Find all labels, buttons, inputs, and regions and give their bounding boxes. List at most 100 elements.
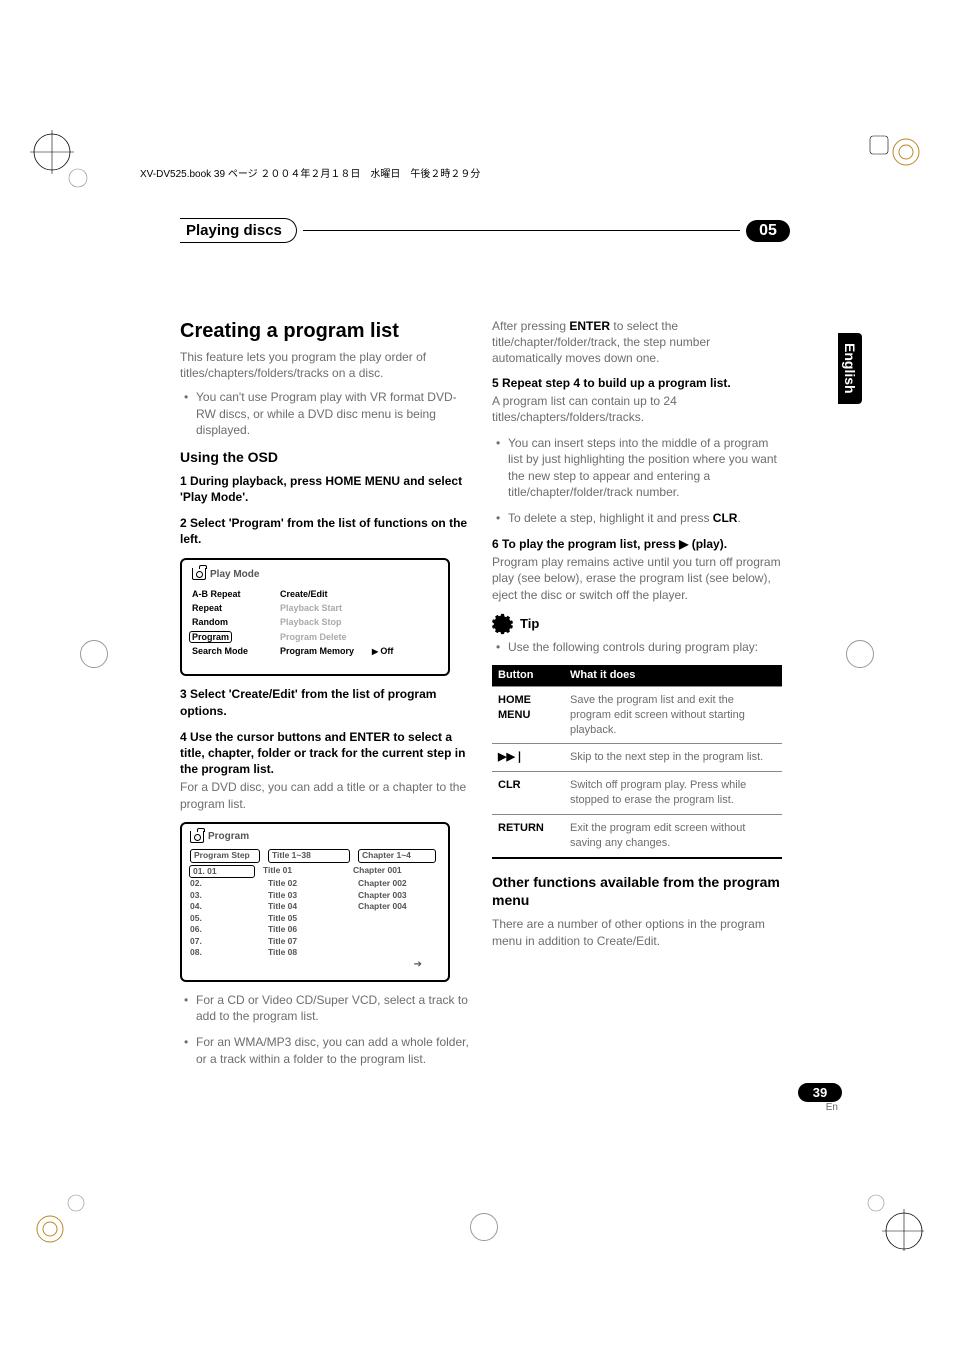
button-name: HOME MENU — [492, 686, 564, 744]
page-lang: En — [798, 1102, 842, 1113]
osd-right-label: Program Delete — [280, 631, 347, 643]
reg-corner-br — [864, 1191, 924, 1251]
step-5: 5 Repeat step 4 to build up a program li… — [492, 375, 782, 391]
osd-title: Play Mode — [192, 568, 438, 582]
prog-step: 08. — [190, 947, 260, 958]
program-title-row: Program — [190, 830, 440, 844]
osd-left-label: Program — [192, 631, 270, 643]
step-6: 6 To play the program list, press ▶ (pla… — [492, 536, 782, 552]
tip-heading: Tip — [492, 613, 782, 635]
step-2: 2 Select 'Program' from the list of func… — [180, 515, 470, 547]
osd-right-label: Program Memory — [280, 645, 354, 658]
prog-chapter: Chapter 002 — [358, 878, 436, 889]
prog-title: Title 04 — [268, 901, 350, 912]
program-row: 04.Title 04Chapter 004 — [190, 901, 440, 912]
disc-icon — [192, 568, 206, 580]
osd-subhead: Using the OSD — [180, 448, 470, 467]
reg-corner-tr — [864, 130, 924, 190]
osd-left-label: Search Mode — [192, 645, 270, 658]
osd-rows: A-B RepeatCreate/EditRepeat Playback Star… — [192, 587, 438, 658]
osd-right-label: Playback Stop — [280, 616, 342, 628]
button-desc: Exit the program edit screen without sav… — [564, 814, 782, 857]
prog-title: Title 05 — [268, 913, 350, 924]
step-4: 4 Use the cursor buttons and ENTER to se… — [180, 729, 470, 778]
osd-row: A-B RepeatCreate/Edit — [192, 587, 438, 601]
program-row: 08. Title 08 — [190, 947, 440, 958]
program-row: 05. Title 05 — [190, 913, 440, 924]
other-functions-head: Other functions available from the progr… — [492, 873, 782, 911]
osd-row: Program Program Delete — [192, 630, 438, 644]
clr-key: CLR — [713, 511, 738, 525]
del-pre: To delete a step, highlight it and press — [508, 511, 713, 525]
osd-right-label: Create/Edit — [280, 588, 328, 600]
del-post: . — [737, 511, 740, 525]
enter-key: ENTER — [569, 319, 610, 333]
step-3: 3 Select 'Create/Edit' from the list of … — [180, 686, 470, 718]
tip-label: Tip — [520, 615, 539, 633]
prog-title: Title 07 — [268, 936, 350, 947]
table-row: ▶▶❘Skip to the next step in the program … — [492, 744, 782, 772]
bullet-insert: You can insert steps into the middle of … — [492, 435, 782, 500]
button-name: CLR — [492, 772, 564, 815]
prog-title: Title 03 — [268, 890, 350, 901]
prog-title: Title 08 — [268, 947, 350, 958]
step-4-body: For a DVD disc, you can add a title or a… — [180, 779, 470, 811]
play-mode-osd: Play Mode A-B RepeatCreate/EditRepeat Pla… — [180, 558, 450, 677]
program-row: 01. 01Title 01Chapter 001 — [190, 865, 440, 878]
gear-icon — [492, 613, 514, 635]
step-5-body: A program list can contain up to 24 titl… — [492, 393, 782, 425]
section-heading: Creating a program list — [180, 318, 470, 345]
bullet-restriction: You can't use Program play with VR forma… — [180, 389, 470, 438]
step-6-body: Program play remains active until you tu… — [492, 554, 782, 603]
prog-title: Title 01 — [263, 865, 345, 878]
osd-row: Random Playback Stop — [192, 615, 438, 629]
prog-step: 05. — [190, 913, 260, 924]
page-content: Playing discs 05 English Creating a prog… — [180, 218, 790, 1077]
reg-corner-bl — [30, 1191, 90, 1251]
program-headers: Program Step Title 1~38 Chapter 1~4 — [190, 849, 440, 864]
tip-bullet: Use the following controls during progra… — [492, 639, 782, 655]
prog-step: 01. 01 — [189, 865, 255, 878]
program-row: 02.Title 02Chapter 002 — [190, 878, 440, 889]
table-row: HOME MENUSave the program list and exit … — [492, 686, 782, 744]
prog-step: 02. — [190, 878, 260, 889]
bullet-cd: For a CD or Video CD/Super VCD, select a… — [180, 992, 470, 1024]
reg-mid-right — [846, 640, 874, 668]
button-desc: Switch off program play. Press while sto… — [564, 772, 782, 815]
osd-left-label: Repeat — [192, 602, 270, 614]
after-enter-text: After pressing ENTER to select the title… — [492, 318, 782, 367]
header-rule — [303, 230, 740, 232]
osd-left-label: Random — [192, 616, 270, 628]
disc-icon — [190, 831, 204, 843]
program-osd: Program Program Step Title 1~38 Chapter … — [180, 822, 450, 982]
reg-mid-left — [80, 640, 108, 668]
prog-chapter — [358, 947, 436, 958]
osd-row: Search ModeProgram Memory▶ Off — [192, 644, 438, 659]
program-row: 06. Title 06 — [190, 924, 440, 935]
left-column: Creating a program list This feature let… — [180, 318, 470, 1077]
button-name: ▶▶❘ — [492, 744, 564, 772]
osd-title-text: Play Mode — [210, 568, 259, 582]
button-name: RETURN — [492, 814, 564, 857]
th-button: Button — [492, 665, 564, 686]
table-row: CLRSwitch off program play. Press while … — [492, 772, 782, 815]
program-row: 07. Title 07 — [190, 936, 440, 947]
bullet-delete: To delete a step, highlight it and press… — [492, 510, 782, 526]
prog-step: 07. — [190, 936, 260, 947]
reg-corner-tl — [30, 130, 90, 190]
page-number: 39 — [798, 1083, 842, 1102]
chapter-header: Playing discs 05 — [180, 218, 790, 243]
prog-step: 06. — [190, 924, 260, 935]
controls-table: Button What it does HOME MENUSave the pr… — [492, 665, 782, 859]
language-tab: English — [838, 333, 862, 404]
ae-pre: After pressing — [492, 319, 569, 333]
chapter-number: 05 — [746, 220, 790, 242]
scroll-down-icon: ➔ — [190, 958, 440, 972]
th-what: What it does — [564, 665, 782, 686]
reg-mid-bottom — [470, 1213, 498, 1241]
prog-step: 03. — [190, 890, 260, 901]
prog-chapter — [358, 913, 436, 924]
prog-title: Title 06 — [268, 924, 350, 935]
book-header-line: XV-DV525.book 39 ページ ２００４年２月１８日 水曜日 午後２時… — [140, 165, 480, 180]
osd-right-label: Playback Start — [280, 602, 342, 614]
